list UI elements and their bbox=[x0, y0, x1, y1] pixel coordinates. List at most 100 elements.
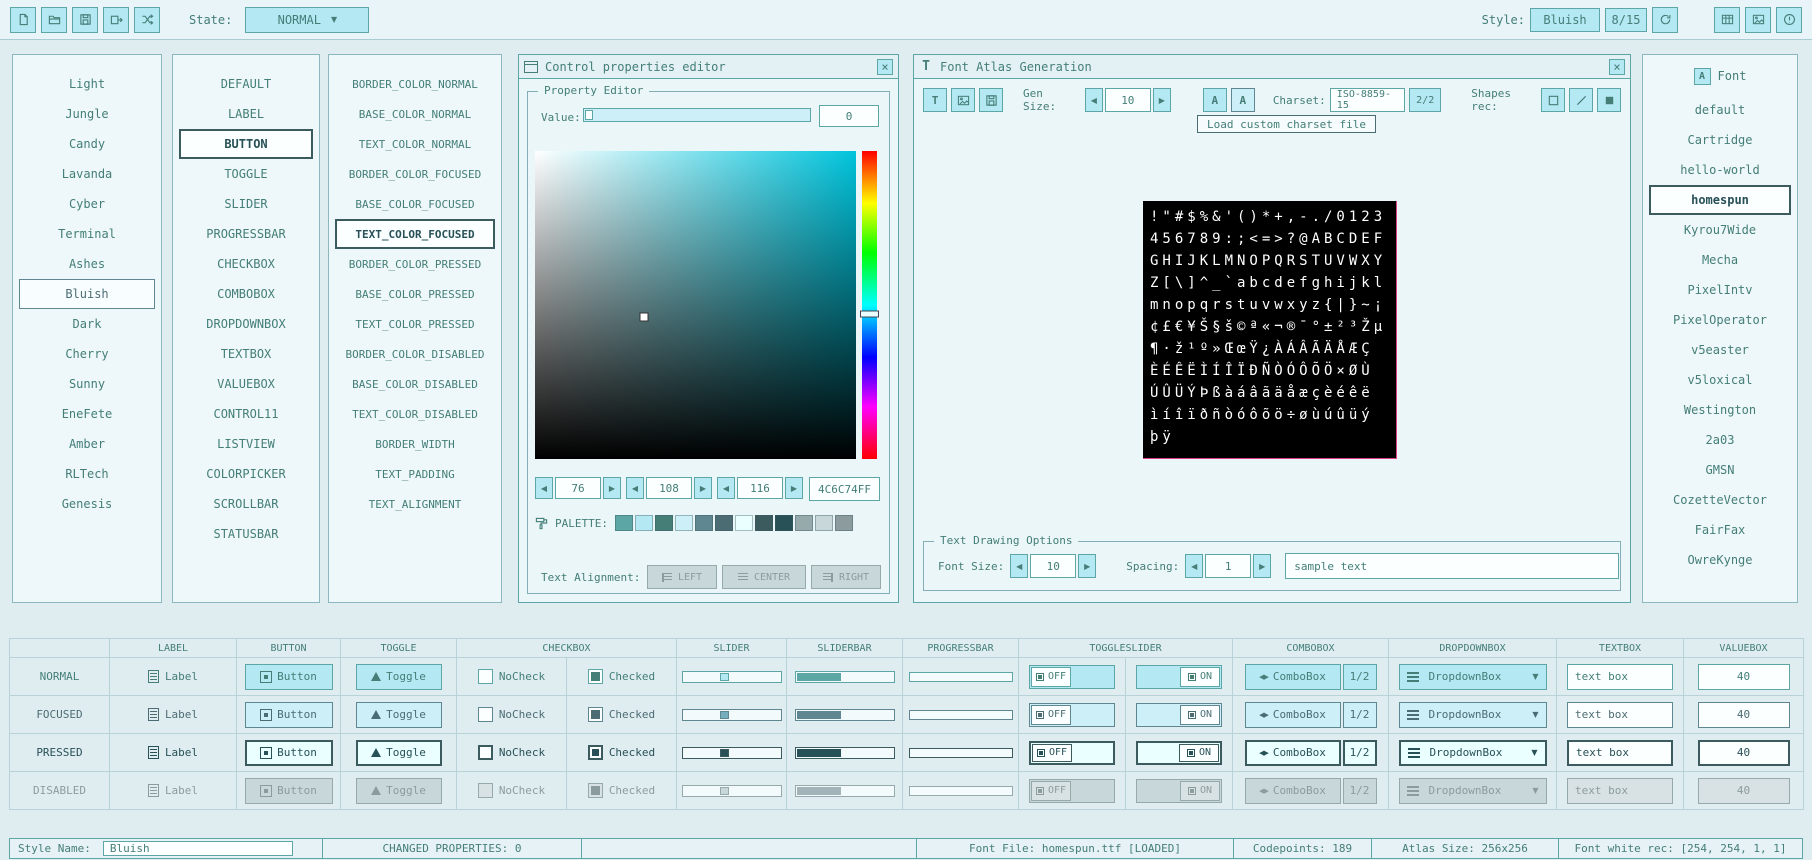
slider-handle[interactable] bbox=[720, 749, 729, 757]
palette-swatch[interactable] bbox=[795, 515, 813, 531]
dropdownbox-control[interactable]: DropdownBox▼ bbox=[1399, 664, 1547, 690]
font-type-button[interactable]: T bbox=[923, 88, 947, 112]
style-list-item[interactable]: Candy bbox=[19, 129, 155, 159]
spinner-left-icon[interactable]: ◀ bbox=[626, 477, 644, 499]
font-list-item[interactable]: v5loxical bbox=[1649, 365, 1791, 395]
control-list-item[interactable]: DEFAULT bbox=[179, 69, 313, 99]
window-titlebar[interactable]: Control properties editor × bbox=[519, 55, 898, 79]
button-control[interactable]: Button bbox=[245, 702, 333, 728]
hue-cursor[interactable] bbox=[860, 311, 879, 318]
hue-bar[interactable] bbox=[862, 151, 877, 459]
checkbox-unchecked[interactable]: NoCheck bbox=[478, 669, 545, 684]
slider-control[interactable] bbox=[682, 671, 782, 683]
combobox-control[interactable]: ◀▶ComboBox1/2 bbox=[1245, 740, 1377, 766]
font-list-item[interactable]: OwreKynge bbox=[1649, 545, 1791, 575]
toggle-control[interactable]: Toggle bbox=[356, 740, 442, 766]
font-list-item[interactable]: Kyrou7Wide bbox=[1649, 215, 1791, 245]
style-list-item[interactable]: Light bbox=[19, 69, 155, 99]
spinner-left-icon[interactable]: ◀ bbox=[535, 477, 553, 499]
spinner-right-icon[interactable]: ▶ bbox=[603, 477, 621, 499]
value-box[interactable]: 0 bbox=[819, 105, 879, 127]
textbox-control[interactable]: text box bbox=[1567, 702, 1673, 728]
palette-swatch[interactable] bbox=[775, 515, 793, 531]
property-list-item[interactable]: TEXT_COLOR_NORMAL bbox=[335, 129, 495, 159]
close-button[interactable]: × bbox=[877, 59, 893, 75]
align-left-button[interactable]: LEFT bbox=[647, 565, 717, 589]
control-list-item[interactable]: LABEL bbox=[179, 99, 313, 129]
palette-swatch[interactable] bbox=[835, 515, 853, 531]
font-list-item[interactable]: FairFax bbox=[1649, 515, 1791, 545]
control-list-item[interactable]: STATUSBAR bbox=[179, 519, 313, 549]
style-list-item[interactable]: Ashes bbox=[19, 249, 155, 279]
checkbox-checked-icon[interactable] bbox=[588, 669, 603, 684]
dropdownbox-control[interactable]: DropdownBox▼ bbox=[1399, 702, 1547, 728]
combobox-control[interactable]: ◀▶ComboBox1/2 bbox=[1245, 702, 1377, 728]
font-list-item[interactable]: homespun bbox=[1649, 185, 1791, 215]
checkbox-icon[interactable] bbox=[478, 707, 493, 722]
control-list-item[interactable]: VALUEBOX bbox=[179, 369, 313, 399]
control-list-item[interactable]: BUTTON bbox=[179, 129, 313, 159]
checkbox-checked[interactable]: Checked bbox=[588, 745, 655, 760]
font-list-item[interactable]: CozetteVector bbox=[1649, 485, 1791, 515]
toggleslider-off[interactable]: OFF bbox=[1029, 741, 1115, 765]
slider-handle[interactable] bbox=[720, 711, 729, 719]
checkbox-checked[interactable]: Checked bbox=[588, 707, 655, 722]
toggleslider-off[interactable]: OFF bbox=[1029, 703, 1115, 727]
font-list-item[interactable]: 2a03 bbox=[1649, 425, 1791, 455]
screenshot-button[interactable] bbox=[1745, 7, 1771, 33]
toggleslider-on[interactable]: ON bbox=[1136, 703, 1222, 727]
checkbox-icon[interactable] bbox=[478, 745, 493, 760]
checkbox-checked[interactable]: Checked bbox=[588, 669, 655, 684]
reload-style-button[interactable] bbox=[1652, 7, 1678, 33]
new-file-button[interactable] bbox=[10, 7, 36, 33]
save-file-button[interactable] bbox=[72, 7, 98, 33]
spinner-left-icon[interactable]: ◀ bbox=[1085, 88, 1103, 112]
green-value[interactable]: 108 bbox=[646, 477, 692, 499]
align-center-button[interactable]: CENTER bbox=[722, 565, 806, 589]
property-list-item[interactable]: TEXT_COLOR_DISABLED bbox=[335, 399, 495, 429]
palette-swatch[interactable] bbox=[735, 515, 753, 531]
spinner-right-icon[interactable]: ▶ bbox=[694, 477, 712, 499]
checkbox-unchecked[interactable]: NoCheck bbox=[478, 707, 545, 722]
style-list-item[interactable]: Sunny bbox=[19, 369, 155, 399]
control-list-item[interactable]: SLIDER bbox=[179, 189, 313, 219]
palette-swatch[interactable] bbox=[715, 515, 733, 531]
style-list-item[interactable]: Terminal bbox=[19, 219, 155, 249]
style-list-item[interactable]: Genesis bbox=[19, 489, 155, 519]
font-list-item[interactable]: default bbox=[1649, 95, 1791, 125]
charset-default-button[interactable]: A bbox=[1203, 88, 1227, 112]
save-atlas-button[interactable] bbox=[979, 88, 1003, 112]
checkbox-checked-icon[interactable] bbox=[588, 745, 603, 760]
property-list-item[interactable]: TEXT_COLOR_FOCUSED bbox=[335, 219, 495, 249]
property-list-item[interactable]: BASE_COLOR_DISABLED bbox=[335, 369, 495, 399]
toggleslider-on[interactable]: ON bbox=[1136, 665, 1222, 689]
property-list-item[interactable]: BASE_COLOR_NORMAL bbox=[335, 99, 495, 129]
dropdownbox-control[interactable]: DropdownBox▼ bbox=[1399, 740, 1547, 766]
property-list-item[interactable]: TEXT_ALIGNMENT bbox=[335, 489, 495, 519]
valuebox-control[interactable]: 40 bbox=[1698, 702, 1790, 728]
style-list-item[interactable]: Cyber bbox=[19, 189, 155, 219]
about-button[interactable] bbox=[1776, 7, 1802, 33]
style-list-item[interactable]: Lavanda bbox=[19, 159, 155, 189]
palette-swatch[interactable] bbox=[615, 515, 633, 531]
control-list-item[interactable]: TEXTBOX bbox=[179, 339, 313, 369]
control-list-item[interactable]: PROGRESSBAR bbox=[179, 219, 313, 249]
property-list-item[interactable]: BORDER_COLOR_NORMAL bbox=[335, 69, 495, 99]
palette-swatch[interactable] bbox=[755, 515, 773, 531]
export-style-button[interactable] bbox=[103, 7, 129, 33]
toggleslider-on[interactable]: ON bbox=[1136, 741, 1222, 765]
control-list-item[interactable]: DROPDOWNBOX bbox=[179, 309, 313, 339]
property-list-item[interactable]: BORDER_COLOR_FOCUSED bbox=[335, 159, 495, 189]
palette-swatch[interactable] bbox=[635, 515, 653, 531]
random-style-button[interactable] bbox=[134, 7, 160, 33]
slider-handle[interactable] bbox=[585, 110, 593, 120]
control-list-item[interactable]: TOGGLE bbox=[179, 159, 313, 189]
button-control[interactable]: Button bbox=[245, 740, 333, 766]
toggle-control[interactable]: Toggle bbox=[356, 664, 442, 690]
load-custom-charset-button[interactable]: A bbox=[1231, 88, 1255, 112]
palette-swatch[interactable] bbox=[655, 515, 673, 531]
shapes-rec-outline-button[interactable] bbox=[1541, 88, 1565, 112]
slider-handle[interactable] bbox=[720, 673, 729, 681]
control-list-item[interactable]: LISTVIEW bbox=[179, 429, 313, 459]
state-dropdown[interactable]: NORMAL ▼ bbox=[245, 7, 369, 33]
